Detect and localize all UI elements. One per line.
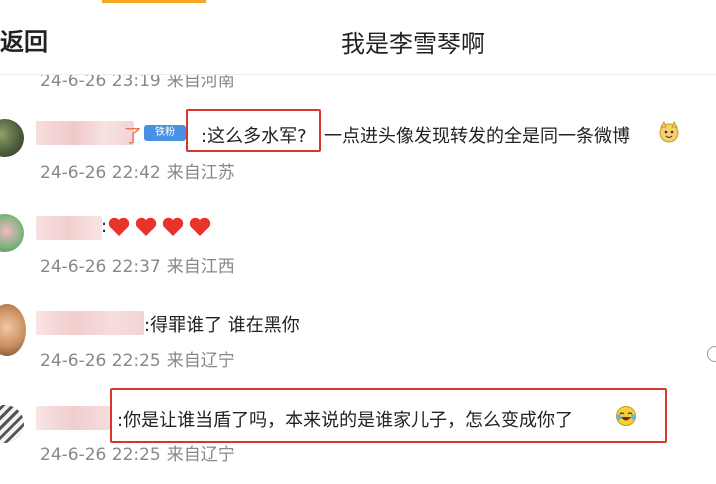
tab-indicator — [102, 0, 206, 3]
hearts-emoji-row — [107, 215, 215, 239]
highlight-box — [110, 388, 667, 443]
comment-meta: 24-6-26 22:37 来自江西 — [40, 252, 235, 277]
username-blurred[interactable] — [36, 121, 134, 145]
comment-meta: 24-6-26 22:25 来自辽宁 — [40, 346, 235, 371]
heart-icon — [189, 217, 211, 236]
comment-date: 24-6-26 22:25 — [40, 351, 161, 371]
more-options-icon[interactable] — [707, 346, 716, 362]
avatar[interactable] — [0, 405, 24, 443]
comment-location: 来自江西 — [166, 257, 235, 277]
top-bar: 返回 我是李雪琴啊 — [0, 0, 716, 75]
comment-location: 来自辽宁 — [166, 445, 235, 465]
username-blurred[interactable] — [36, 216, 102, 240]
comment-date: 24-6-26 22:37 — [40, 257, 161, 277]
heart-icon — [162, 217, 184, 236]
avatar[interactable] — [0, 304, 26, 356]
heart-icon — [108, 217, 130, 236]
back-button[interactable]: 返回 — [0, 22, 48, 57]
comment-meta: 24-6-26 22:42 来自江苏 — [40, 158, 235, 183]
comment-date: 24-6-26 22:25 — [40, 445, 161, 465]
comment-location: 来自江苏 — [166, 163, 235, 183]
username-suffix: 了 — [124, 126, 142, 147]
comment-meta: 24-6-26 22:25 来自辽宁 — [40, 440, 235, 465]
comment-text: :得罪谁了 谁在黑你 — [144, 315, 300, 336]
avatar[interactable] — [0, 214, 24, 252]
heart-icon — [135, 217, 157, 236]
comment-location: 来自辽宁 — [166, 351, 235, 371]
comment-text: 一点进头像发现转发的全是同一条微博 — [324, 126, 630, 147]
comment-date: 24-6-26 22:42 — [40, 163, 161, 183]
cat-face-icon — [659, 121, 679, 143]
page-title: 我是李雪琴啊 — [341, 30, 485, 58]
username-blurred[interactable] — [36, 406, 110, 430]
username-blurred[interactable] — [36, 311, 144, 335]
avatar[interactable] — [0, 119, 24, 157]
fan-badge: 铁粉 — [144, 125, 186, 141]
highlight-box — [186, 109, 321, 152]
comment-screen: 24-6-26 23:19 来自河南 了 铁粉 :这么多水军? 一点进头像发现转发… — [0, 0, 716, 484]
